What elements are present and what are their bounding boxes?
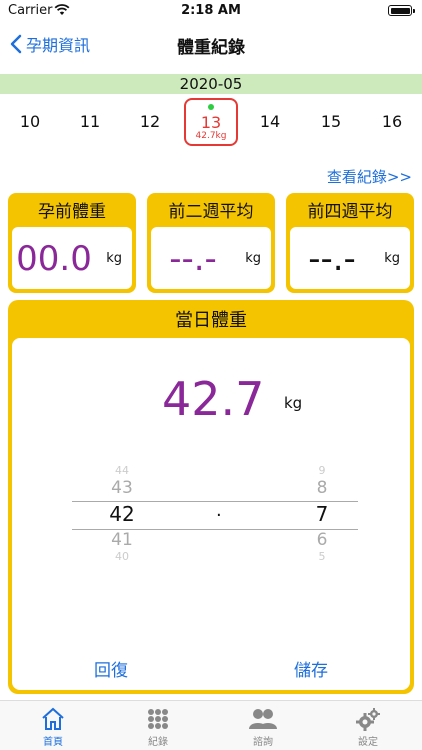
picker-option: 5 — [318, 550, 326, 563]
selected-day-number: 13 — [200, 113, 222, 132]
tab-consult[interactable]: 諮詢 — [228, 707, 298, 748]
restore-button[interactable]: 回復 — [94, 656, 128, 681]
record-dot-icon — [208, 104, 214, 110]
weight-integer-wheel[interactable]: 44 43 42 41 40 — [92, 464, 152, 563]
picker-option: 40 — [115, 550, 129, 563]
tab-label: 首頁 — [43, 737, 63, 748]
grid-icon — [148, 709, 168, 729]
picker-option: 8 — [316, 478, 328, 498]
home-icon — [42, 707, 64, 730]
card-body: --.- kg — [151, 227, 271, 289]
view-records-link[interactable]: 查看紀錄>> — [327, 166, 412, 187]
pre-pregnancy-weight-card: 孕前體重 00.0 kg — [8, 193, 136, 293]
save-button[interactable]: 儲存 — [294, 656, 328, 681]
four-week-average-card: 前四週平均 --.- kg — [286, 193, 414, 293]
card-label: 前二週平均 — [168, 202, 254, 222]
gears-icon — [356, 708, 380, 731]
daily-weight-title: 當日體重 — [175, 310, 247, 331]
tab-label: 諮詢 — [253, 737, 273, 748]
card-label: 孕前體重 — [38, 202, 106, 222]
page-title: 體重紀錄 — [177, 38, 245, 58]
day-strip: 10 11 12 13 42.7kg 14 15 16 — [0, 98, 422, 148]
status-bar: Carrier 2:18 AM — [0, 0, 422, 22]
card-unit: kg — [245, 251, 261, 266]
status-time: 2:18 AM — [181, 3, 241, 18]
navigation-bar: 孕期資訊 體重紀錄 — [0, 22, 422, 66]
day-11[interactable]: 11 — [70, 112, 110, 131]
card-unit: kg — [106, 251, 122, 266]
picker-selected-option: 42 — [109, 502, 135, 526]
card-body: --.- kg — [290, 227, 410, 289]
people-icon — [249, 709, 277, 729]
decimal-separator: . — [216, 500, 222, 521]
weight-decimal-wheel[interactable]: 9 8 7 6 5 — [292, 464, 352, 563]
picker-option: 6 — [316, 530, 328, 550]
day-16[interactable]: 16 — [372, 112, 412, 131]
tab-bar: 首頁 紀錄 諮詢 設定 — [0, 700, 422, 750]
day-15[interactable]: 15 — [311, 112, 351, 131]
daily-weight-unit: kg — [284, 394, 303, 412]
tab-label: 紀錄 — [148, 737, 168, 748]
card-value: --.- — [308, 239, 356, 279]
tab-home[interactable]: 首頁 — [18, 707, 88, 748]
weight-picker[interactable]: 44 43 42 41 40 . 9 8 7 6 5 — [72, 464, 358, 563]
month-header: 2020-05 — [0, 74, 422, 94]
battery-icon — [388, 5, 415, 16]
day-13-selected[interactable]: 13 42.7kg — [184, 98, 238, 146]
tab-records[interactable]: 紀錄 — [123, 707, 193, 748]
day-10[interactable]: 10 — [10, 112, 50, 131]
picker-selected-option: 7 — [315, 502, 329, 526]
picker-option: 9 — [318, 464, 326, 477]
picker-option: 41 — [111, 530, 133, 550]
tab-label: 設定 — [358, 737, 378, 748]
daily-weight-value: 42.7 — [162, 372, 265, 426]
day-14[interactable]: 14 — [250, 112, 290, 131]
selected-day-weight: 42.7kg — [195, 131, 227, 141]
day-12[interactable]: 12 — [130, 112, 170, 131]
card-unit: kg — [384, 251, 400, 266]
picker-option: 43 — [111, 478, 133, 498]
card-label: 前四週平均 — [307, 202, 393, 222]
tab-settings[interactable]: 設定 — [333, 707, 403, 748]
daily-weight-panel: 當日體重 42.7 kg 44 43 42 41 40 . 9 8 7 6 5 … — [8, 300, 414, 694]
two-week-average-card: 前二週平均 --.- kg — [147, 193, 275, 293]
card-value: 00.0 — [16, 239, 92, 279]
picker-option: 44 — [115, 464, 129, 477]
daily-weight-body: 42.7 kg 44 43 42 41 40 . 9 8 7 6 5 回復 儲存 — [12, 338, 410, 690]
card-body: 00.0 kg — [12, 227, 132, 289]
card-value: --.- — [169, 239, 217, 279]
